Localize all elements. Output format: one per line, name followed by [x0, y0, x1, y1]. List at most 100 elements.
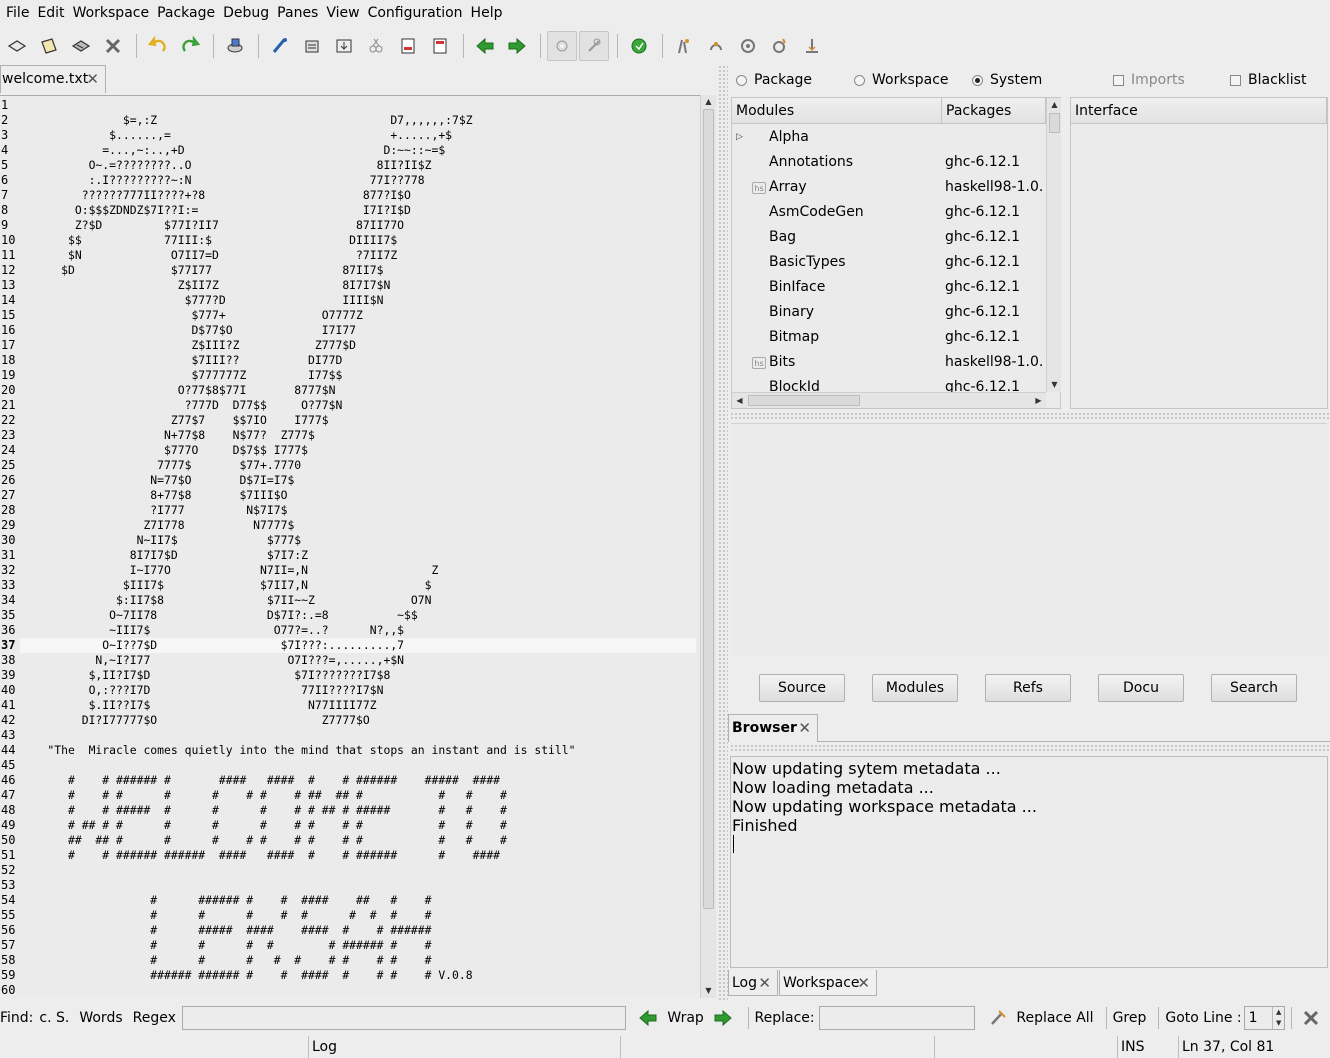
next-match-icon[interactable] [502, 31, 532, 61]
code-line[interactable]: $777?D IIII$N [20, 293, 696, 308]
code-line[interactable]: # ##### #### #### # # ###### [20, 923, 696, 938]
pane-splitter[interactable] [730, 412, 1330, 420]
scroll-up-icon[interactable]: ▲ [1047, 98, 1062, 112]
code-line[interactable]: $7III?? DI77D [20, 353, 696, 368]
tab-browser[interactable]: Browser ✕ [728, 714, 818, 742]
code-line[interactable]: # # # # # # # # ## ## # # # # [20, 788, 696, 803]
continue-icon[interactable] [765, 31, 795, 61]
scroll-right-icon[interactable]: ▶ [1031, 394, 1046, 408]
module-row[interactable]: AsmCodeGen ghc-6.12.1 [732, 200, 1046, 225]
source-editor[interactable]: 1 2 3 4 5 6 7 8 9 10 11 12 13 14 15 16 17 18 19 20 21 22 23 24 2… [0, 95, 700, 998]
scope-system-radio[interactable]: System [972, 72, 1042, 88]
close-icon[interactable]: ✕ [798, 715, 811, 741]
new-file-icon[interactable] [2, 31, 32, 61]
code-line[interactable]: Z?$D $77I?II7 87II77O [20, 218, 696, 233]
module-row[interactable]: Bitmap ghc-6.12.1 [732, 325, 1046, 350]
menu-workspace[interactable]: Workspace [69, 0, 154, 26]
open-file-icon[interactable] [34, 31, 64, 61]
run-debug-icon[interactable] [624, 31, 654, 61]
code-line[interactable]: $N O7II7=D ?7II7Z [20, 248, 696, 263]
code-line[interactable]: $777777Z I77$$ [20, 368, 696, 383]
whole-words-toggle[interactable]: Words [79, 1010, 122, 1026]
code-line[interactable]: # # # # # ###### # # [20, 938, 696, 953]
column-header-packages[interactable]: Packages [942, 98, 1046, 124]
save-all-icon[interactable] [220, 31, 250, 61]
docu-button[interactable]: Docu [1098, 674, 1184, 702]
editor-vertical-scrollbar[interactable]: ▲ ▼ [700, 95, 716, 998]
code-line[interactable]: ??????777II????+?8 877?I$O [20, 188, 696, 203]
code-line[interactable]: $......,= +.....,+$ [20, 128, 696, 143]
find-input[interactable] [181, 1006, 626, 1030]
code-line[interactable]: # # # # # # # # # # [20, 953, 696, 968]
code-line[interactable]: $.II??I7$ N77IIII77Z [20, 698, 696, 713]
code-line[interactable]: O?77$8$77I 8777$N [20, 383, 696, 398]
code-line[interactable]: O~I??7$D $7I???:.........,7 [20, 638, 696, 653]
code-line[interactable]: O:$$$ZDNDZ$7I??I:= I7I?I$D [20, 203, 696, 218]
module-row[interactable]: Annotations ghc-6.12.1 [732, 150, 1046, 175]
code-line[interactable]: # # ##### # # # # # ## # ##### # # # [20, 803, 696, 818]
pane-splitter[interactable] [730, 744, 1330, 752]
blacklist-checkbox[interactable]: Blacklist [1230, 72, 1306, 88]
background-build-icon[interactable] [547, 31, 577, 61]
code-line[interactable]: ###### ###### # # #### # # # # V.0.8 [20, 968, 696, 983]
link-icon[interactable] [579, 31, 609, 61]
code-line[interactable]: # # ###### # #### #### # # ###### ##### … [20, 773, 696, 788]
clean-icon[interactable] [297, 31, 327, 61]
replace-input[interactable] [818, 1006, 975, 1030]
spin-down-icon[interactable]: ▼ [1272, 1018, 1284, 1029]
module-row[interactable]: Bag ghc-6.12.1 [732, 225, 1046, 250]
module-row[interactable]: ▷ Alpha [732, 125, 1046, 150]
replace-all-button[interactable]: Replace All [1016, 1010, 1093, 1026]
stop-icon[interactable] [393, 31, 423, 61]
modules-button[interactable]: Modules [872, 674, 958, 702]
scroll-down-icon[interactable]: ▼ [701, 984, 716, 998]
replace-icon[interactable] [985, 1006, 1011, 1030]
menu-view[interactable]: View [322, 0, 363, 26]
menu-edit[interactable]: Edit [33, 0, 68, 26]
scroll-left-icon[interactable]: ◀ [732, 394, 747, 408]
code-line[interactable]: $=,:Z D7,,,,,,:7$Z [20, 113, 696, 128]
code-line[interactable]: Z77$7 $$7IO I777$ [20, 413, 696, 428]
modules-vertical-scrollbar[interactable]: ▲ ▼ [1046, 98, 1061, 392]
case-sensitive-toggle[interactable]: c. S. [39, 1010, 69, 1026]
column-header-interface[interactable]: Interface [1071, 98, 1327, 124]
menu-debug[interactable]: Debug [219, 0, 273, 26]
expander-icon[interactable]: ▷ [736, 125, 743, 150]
scrollbar-thumb[interactable] [1049, 113, 1060, 133]
wrap-toggle[interactable]: Wrap [667, 1010, 703, 1026]
scope-workspace-radio[interactable]: Workspace [854, 72, 949, 88]
source-button[interactable]: Source [759, 674, 845, 702]
code-line[interactable]: $777+ O7777Z [20, 308, 696, 323]
code-line[interactable]: N+77$8 N$77? Z777$ [20, 428, 696, 443]
code-line[interactable]: # # ###### ###### #### #### # # ###### #… [20, 848, 696, 863]
code-line[interactable]: Z$III?Z Z777$D [20, 338, 696, 353]
code-line[interactable]: # ###### # # #### ## # # [20, 893, 696, 908]
code-line[interactable]: # # # # # # # # # [20, 908, 696, 923]
code-line[interactable]: N~II7$ $777$ [20, 533, 696, 548]
module-row[interactable]: hs Array haskell98-1.0.1 [732, 175, 1046, 200]
find-previous-icon[interactable] [636, 1006, 662, 1030]
goto-line-spinner[interactable]: 1 ▲ ▼ [1243, 1006, 1286, 1030]
next-error-icon[interactable] [425, 31, 455, 61]
code-line[interactable]: :.I?????????~:N 77I??778 [20, 173, 696, 188]
code-line[interactable]: Z7I778 N7777$ [20, 518, 696, 533]
editor-tab-welcome[interactable]: welcome.txt ✕ [0, 65, 106, 93]
code-line[interactable]: "The Miracle comes quietly into the mind… [20, 743, 696, 758]
module-row[interactable]: BinIface ghc-6.12.1 [732, 275, 1046, 300]
code-line[interactable]: I~I77O N7II=,N Z [20, 563, 696, 578]
code-line[interactable]: Z$II7Z 8I7I7$N [20, 278, 696, 293]
code-line[interactable]: $777O D$7$$ I777$ [20, 443, 696, 458]
save-file-icon[interactable] [66, 31, 96, 61]
step-icon[interactable] [669, 31, 699, 61]
step-out-icon[interactable] [733, 31, 763, 61]
tab-workspace[interactable]: Workspace ✕ [779, 970, 877, 996]
code-line[interactable]: 8I7I7$D $7I7:Z [20, 548, 696, 563]
menu-file[interactable]: File [2, 0, 33, 26]
code-line[interactable]: ?I777 N$7I7$ [20, 503, 696, 518]
code-line[interactable]: $$ 77III:$ DIIII7$ [20, 233, 696, 248]
code-line[interactable]: $:II7$8 $7II~~Z O7N [20, 593, 696, 608]
code-line[interactable]: $III7$ $7II7,N $ [20, 578, 696, 593]
code-line[interactable]: DI?I77777$O Z7777$O [20, 713, 696, 728]
previous-error-icon[interactable] [470, 31, 500, 61]
code-line[interactable]: 8+77$8 $7III$O [20, 488, 696, 503]
